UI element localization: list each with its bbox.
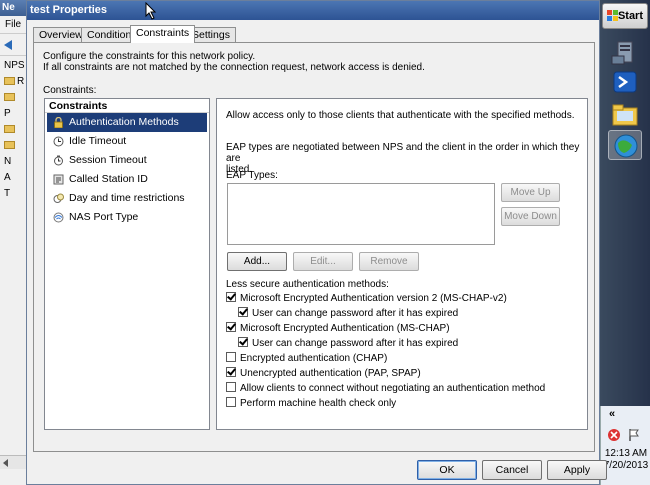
move-down-button[interactable]: Move Down [501, 207, 560, 226]
eap-order-note: EAP types are negotiated between NPS and… [226, 142, 580, 175]
explorer-folder-icon[interactable] [608, 100, 642, 130]
ok-button[interactable]: OK [417, 460, 477, 480]
eap-types-label: EAP Types: [226, 170, 278, 181]
background-toolbar [0, 34, 27, 56]
checkbox-mark[interactable] [226, 322, 236, 332]
checkbox-mark[interactable] [226, 382, 236, 392]
network-policy-server-icon[interactable] [608, 130, 642, 160]
back-arrow-icon[interactable] [4, 40, 12, 50]
cancel-button[interactable]: Cancel [482, 460, 542, 480]
list-item-authentication-methods[interactable]: Authentication Methods [47, 113, 207, 132]
checkbox-mark[interactable] [238, 307, 248, 317]
mschapv2-checkbox[interactable]: Microsoft Encrypted Authentication versi… [226, 292, 507, 305]
apply-button[interactable]: Apply [547, 460, 607, 480]
powershell-icon[interactable] [608, 68, 642, 98]
tab-constraints[interactable]: Constraints [130, 25, 196, 43]
show-hidden-icons-chevron[interactable]: « [609, 408, 615, 420]
constraints-panel: Configure the constraints for this netwo… [33, 42, 595, 452]
session-timer-icon [54, 155, 63, 166]
clock-time[interactable]: 12:13 AM [601, 448, 650, 459]
folder-icon [4, 77, 15, 86]
server-manager-icon[interactable] [608, 38, 642, 68]
list-item-called-station-id[interactable]: Called Station ID [45, 170, 209, 189]
calendar-icon [53, 193, 64, 203]
pap-spap-checkbox[interactable]: Unencrypted authentication (PAP, SPAP) [226, 367, 421, 380]
auth-description: Allow access only to those clients that … [226, 110, 575, 121]
constraints-list-header: Constraints [45, 99, 209, 113]
padlock-icon [54, 117, 63, 128]
list-item-idle-timeout[interactable]: Idle Timeout [45, 132, 209, 151]
background-file-menu[interactable]: File [0, 16, 27, 34]
constraints-label: Constraints: [43, 85, 97, 96]
chap-checkbox[interactable]: Encrypted authentication (CHAP) [226, 352, 387, 365]
checkbox-mark[interactable] [226, 397, 236, 407]
list-item-session-timeout[interactable]: Session Timeout [45, 151, 209, 170]
move-up-button[interactable]: Move Up [501, 183, 560, 202]
checkbox-mark[interactable] [226, 367, 236, 377]
folder-icon [4, 125, 15, 134]
start-button[interactable]: Start [602, 3, 648, 29]
authentication-methods-pane: Allow access only to those clients that … [216, 98, 588, 430]
health-check-only-checkbox[interactable]: Perform machine health check only [226, 397, 396, 410]
tree-item[interactable]: NPS ( [0, 58, 27, 74]
background-horizontal-scrollbar[interactable] [0, 455, 27, 469]
tree-item[interactable] [0, 138, 27, 154]
background-tree: NPS ( R P N A T [0, 58, 27, 202]
system-tray: « 12:13 AM 7/20/2013 [600, 406, 650, 485]
clock-icon [53, 136, 64, 147]
list-item-day-time-restrictions[interactable]: Day and time restrictions [45, 189, 209, 208]
mouse-cursor-icon [145, 2, 157, 20]
checkbox-mark[interactable] [226, 352, 236, 362]
clock-date[interactable]: 7/20/2013 [601, 460, 650, 471]
list-item-nas-port-type[interactable]: NAS Port Type [45, 208, 209, 227]
folder-icon [4, 93, 15, 102]
dialog-title: test Properties [30, 4, 108, 16]
mschap-checkbox[interactable]: Microsoft Encrypted Authentication (MS-C… [226, 322, 450, 335]
windows-logo-icon [607, 10, 619, 22]
dialog-title-bar[interactable]: test Properties [27, 1, 599, 20]
tree-item[interactable]: R [0, 74, 27, 90]
tree-item[interactable]: P [0, 106, 27, 122]
add-eap-button[interactable]: Add... [227, 252, 287, 271]
eap-types-list[interactable] [227, 183, 495, 245]
scroll-left-icon[interactable] [3, 459, 8, 467]
policy-properties-dialog: test Properties Overview Conditions Cons… [26, 0, 607, 485]
intro-text: Configure the constraints for this netwo… [43, 51, 425, 73]
edit-eap-button[interactable]: Edit... [293, 252, 353, 271]
checkbox-mark[interactable] [226, 292, 236, 302]
network-warning-icon[interactable] [607, 428, 621, 445]
dialog-footer: OK Cancel Apply [27, 452, 607, 484]
remove-eap-button[interactable]: Remove [359, 252, 419, 271]
tree-item[interactable]: N [0, 154, 27, 170]
background-console-window: Ne File NPS ( R P N A T [0, 0, 28, 485]
port-icon [53, 212, 64, 223]
tree-item[interactable]: T [0, 186, 27, 202]
mschapv2-change-password-checkbox[interactable]: User can change password after it has ex… [238, 307, 458, 320]
constraints-list[interactable]: Constraints Authentication Methods Idle … [44, 98, 210, 430]
action-center-flag-icon[interactable] [627, 428, 641, 445]
checkbox-mark[interactable] [238, 337, 248, 347]
station-id-icon [53, 174, 64, 185]
tree-item[interactable] [0, 90, 27, 106]
tree-item[interactable]: A [0, 170, 27, 186]
no-negotiation-checkbox[interactable]: Allow clients to connect without negotia… [226, 382, 545, 395]
tree-item[interactable] [0, 122, 27, 138]
background-console-title: Ne [0, 0, 27, 16]
folder-icon [4, 141, 15, 150]
mschap-change-password-checkbox[interactable]: User can change password after it has ex… [238, 337, 458, 350]
less-secure-methods-label: Less secure authentication methods: [226, 279, 389, 290]
